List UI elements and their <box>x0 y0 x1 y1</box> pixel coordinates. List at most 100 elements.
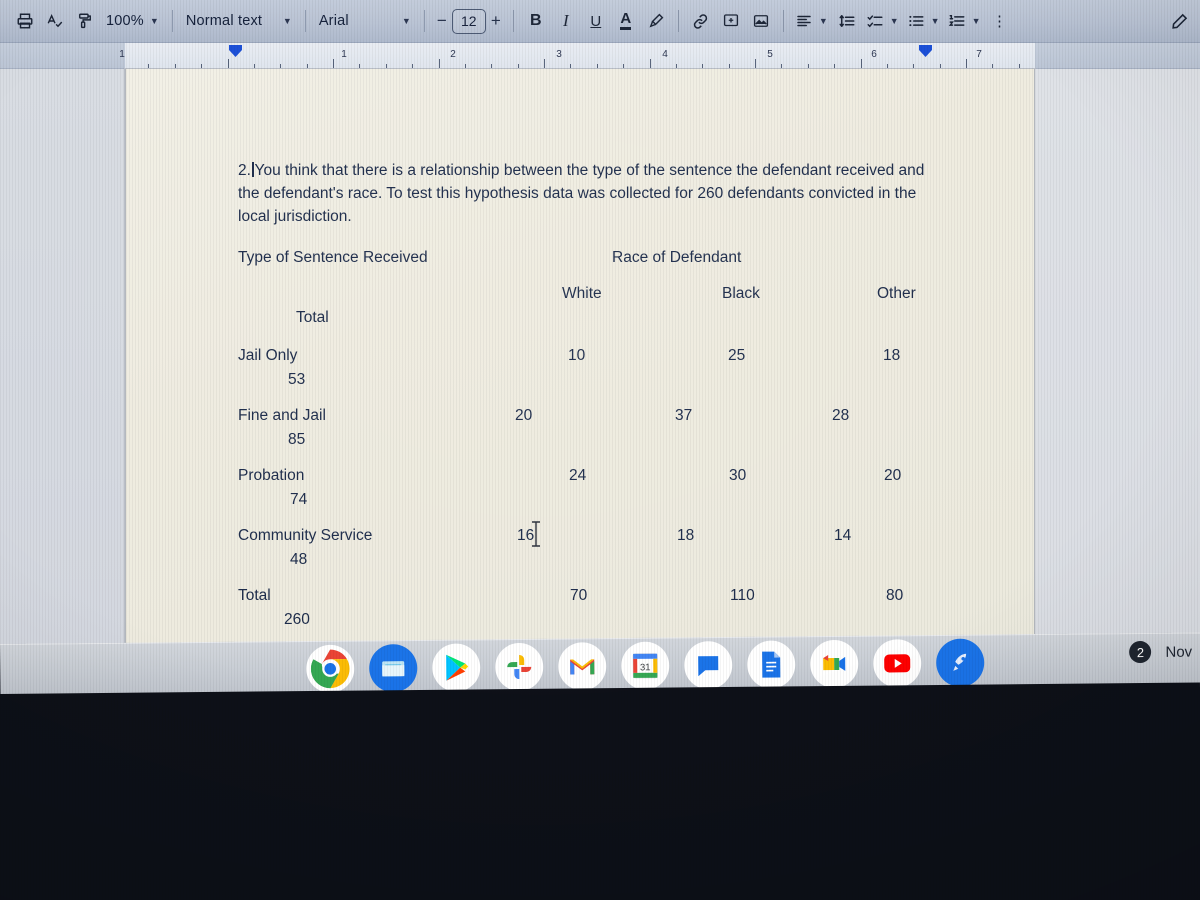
question-paragraph[interactable]: 2. You think that there is a relationship… <box>238 159 928 228</box>
italic-button[interactable]: I <box>551 6 581 36</box>
calendar-icon: 31 <box>632 653 658 679</box>
table-row: Probation 24 30 20 74 <box>238 464 938 524</box>
ruler-number: 4 <box>662 49 668 60</box>
more-options-button[interactable]: ⋮ <box>985 6 1015 36</box>
paragraph-style-value: Normal text <box>185 13 263 29</box>
highlight-color-button[interactable] <box>641 6 671 36</box>
insert-link-icon[interactable] <box>686 6 716 36</box>
total-black: 110 <box>730 587 755 604</box>
spellcheck-icon[interactable] <box>40 6 70 36</box>
status-clock[interactable]: Nov <box>1165 643 1192 660</box>
ruler-number: 1 <box>341 49 347 60</box>
checklist-button[interactable]: ▼ <box>862 6 903 36</box>
canvas-right-gutter <box>1035 69 1200 644</box>
table-row: Community Service 16 18 14 48 <box>238 524 938 584</box>
line-spacing-icon[interactable] <box>832 6 862 36</box>
font-family-value: Arial <box>318 13 349 29</box>
row-label: Jail Only <box>238 347 298 364</box>
cell-row-total: 53 <box>288 371 306 388</box>
shelf-item-google-calendar[interactable]: 31 <box>621 641 670 691</box>
row-variable-header: Type of Sentence Received <box>238 249 428 266</box>
ruler-number: 7 <box>976 49 982 60</box>
calendar-day: 31 <box>640 662 651 673</box>
cell-white: 20 <box>515 407 533 424</box>
question-text: You think that there is a relationship b… <box>238 162 925 225</box>
rocket-icon <box>953 653 967 671</box>
table-row: Fine and Jail 20 37 28 85 <box>238 404 938 464</box>
cell-row-total: 48 <box>290 551 308 568</box>
print-icon[interactable] <box>10 6 40 36</box>
total-other: 80 <box>886 587 904 604</box>
files-folder-icon <box>382 661 405 677</box>
question-number: 2. <box>238 162 251 179</box>
document-body[interactable]: 2. You think that there is a relationship… <box>238 159 998 644</box>
increase-font-size-button[interactable]: + <box>486 11 506 31</box>
cell-white: 24 <box>569 467 587 484</box>
shelf-item-play-store[interactable] <box>432 643 481 692</box>
column-header-black: Black <box>722 285 760 302</box>
toolbar-divider <box>304 10 306 32</box>
chat-bubble-icon <box>698 656 719 677</box>
document-ruler[interactable]: 1 1 2 3 4 5 6 7 <box>0 43 1200 69</box>
youtube-icon <box>884 654 911 673</box>
screen-bezel-area-lower <box>0 706 1200 900</box>
toolbar-divider <box>423 10 425 32</box>
ruler-track[interactable] <box>125 43 1035 69</box>
numbered-list-button[interactable]: ▼ <box>944 6 985 36</box>
underline-button[interactable]: U <box>581 6 611 36</box>
cell-other: 28 <box>832 407 850 424</box>
add-comment-icon[interactable] <box>716 6 746 36</box>
paragraph-style-selector[interactable]: Normal text ▼ <box>180 13 298 29</box>
text-color-icon: A <box>620 11 632 31</box>
ruler-tick <box>966 59 967 69</box>
ruler-tick <box>438 59 440 69</box>
font-size-input[interactable]: 12 <box>451 8 486 34</box>
shelf-item-youtube[interactable] <box>872 639 922 688</box>
shelf-item-google-meet[interactable] <box>810 639 859 689</box>
shelf-item-explore-rocket[interactable] <box>935 638 985 689</box>
canvas-left-gutter <box>0 69 125 644</box>
cell-black: 25 <box>728 347 746 364</box>
ruler-tick <box>544 59 545 69</box>
shelf-item-google-chat[interactable] <box>684 640 733 690</box>
cell-black: 30 <box>729 467 747 484</box>
align-button[interactable]: ▼ <box>791 6 832 36</box>
toolbar-divider <box>677 10 679 32</box>
paint-format-icon[interactable] <box>70 6 100 36</box>
shelf-item-gmail[interactable] <box>558 642 607 691</box>
cell-white: 10 <box>568 347 586 364</box>
edit-mode-pencil-icon[interactable] <box>1164 7 1194 37</box>
decrease-font-size-button[interactable]: − <box>432 11 452 31</box>
text-color-button[interactable]: A <box>611 6 641 36</box>
left-margin-line <box>125 69 126 644</box>
insert-image-icon[interactable] <box>746 6 776 36</box>
docs-toolbar: 100% ▼ Normal text ▼ Arial ▼ − 12 + B I … <box>0 0 1200 43</box>
notification-badge[interactable]: 2 <box>1129 640 1152 664</box>
shelf-item-chrome[interactable] <box>306 644 355 695</box>
ruler-number: 6 <box>871 49 877 60</box>
chevron-down-icon: ▼ <box>971 16 981 26</box>
cell-other: 20 <box>884 467 902 484</box>
chevron-down-icon: ▼ <box>818 16 828 26</box>
table-row: Jail Only 10 25 18 53 <box>238 344 938 404</box>
text-cursor <box>251 162 254 177</box>
cell-row-total: 74 <box>290 491 308 508</box>
bold-button[interactable]: B <box>521 6 551 36</box>
chevron-down-icon: ▼ <box>149 16 159 26</box>
bulleted-list-button[interactable]: ▼ <box>903 6 944 36</box>
shelf-item-google-docs[interactable] <box>747 640 796 691</box>
ruler-number: 2 <box>450 49 456 60</box>
font-family-selector[interactable]: Arial ▼ <box>313 13 417 29</box>
ruler-number: 1 <box>119 49 125 60</box>
toolbar-divider <box>782 10 784 32</box>
shelf-item-google-photos[interactable] <box>495 642 544 692</box>
contingency-table[interactable]: Type of Sentence Received Race of Defend… <box>238 246 938 644</box>
document-page[interactable]: 2. You think that there is a relationship… <box>125 69 1035 644</box>
system-tray[interactable]: 2 Nov <box>1129 640 1200 664</box>
column-header-other: Other <box>877 285 916 302</box>
total-row-label: Total <box>238 587 271 604</box>
ruler-number: 3 <box>556 49 562 60</box>
zoom-selector[interactable]: 100% ▼ <box>100 13 165 29</box>
shelf-item-files[interactable] <box>369 643 418 693</box>
cell-black: 37 <box>675 407 693 424</box>
